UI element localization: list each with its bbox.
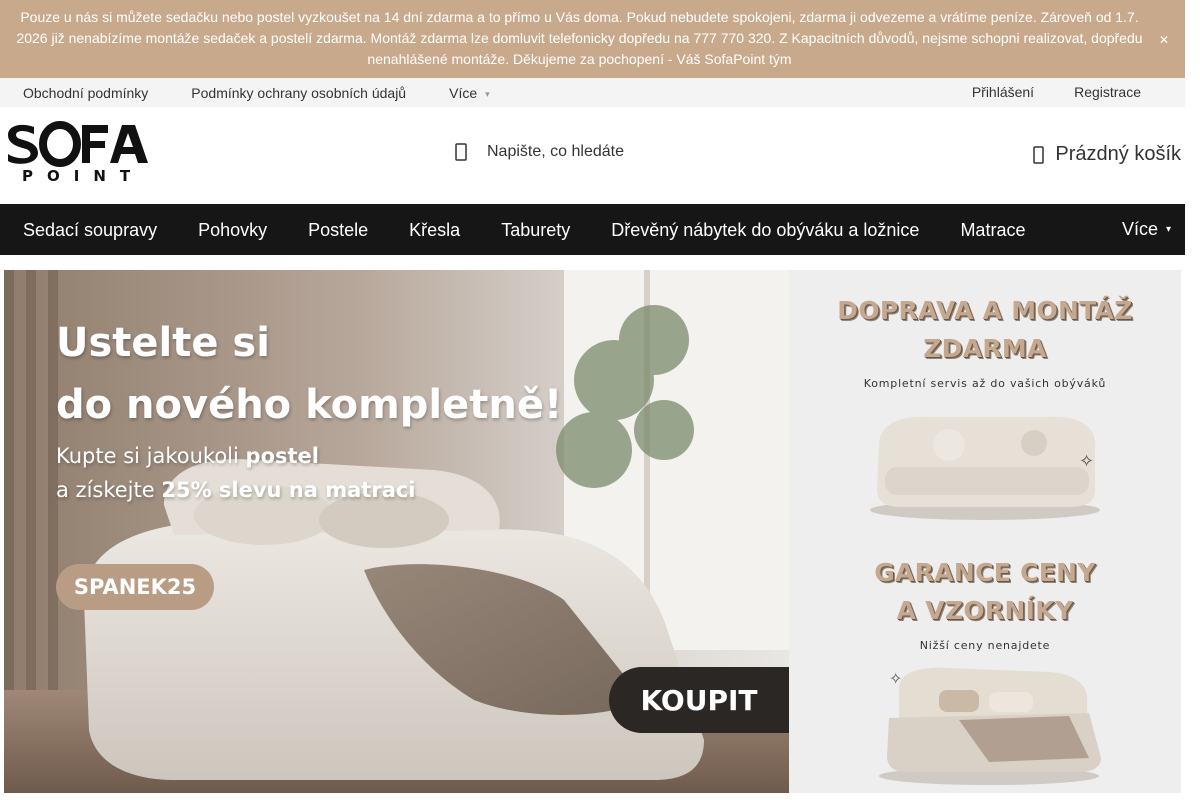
banner-subtext-1-pre: Kupte si jakoukoli xyxy=(56,444,246,468)
site-header: POINT Napište, co hledáte Prázdný košík xyxy=(0,107,1185,204)
cart-label: Prázdný košík xyxy=(1055,143,1181,165)
price-subtitle: Nižší ceny nenajdete xyxy=(919,639,1051,652)
nav-more-label: Více xyxy=(1121,219,1158,239)
hero-banner: Ustelte si do nového kompletně! Kupte si… xyxy=(4,270,1181,793)
promo-code-badge: SPANEK25 xyxy=(56,564,214,610)
main-nav: Sedací soupravy Pohovky Postele Křesla T… xyxy=(0,204,1185,255)
nav-item-taburety[interactable]: Taburety xyxy=(501,220,570,241)
cart-button[interactable]: Prázdný košík xyxy=(1033,143,1181,166)
banner-subtext-2-pre: a získejte xyxy=(56,478,162,502)
price-title-2: A VZORNÍKY xyxy=(896,596,1074,625)
delivery-title-2: ZDARMA xyxy=(923,334,1047,363)
nav-item-sedaci-soupravy[interactable]: Sedací soupravy xyxy=(23,220,157,241)
register-link[interactable]: Registrace xyxy=(1074,84,1141,100)
banner-subtext-1-bold: postel xyxy=(245,444,319,468)
bed-image: ✧ xyxy=(879,667,1101,785)
close-icon[interactable]: ✕ xyxy=(1159,30,1169,51)
nav-item-kresla[interactable]: Křesla xyxy=(409,220,460,241)
link-privacy[interactable]: Podmínky ochrany osobních údajů xyxy=(191,85,406,101)
announcement-text: Pouze u nás si můžete sedačku nebo poste… xyxy=(16,9,1143,67)
banner-headline-1: Ustelte si xyxy=(56,320,270,366)
cart-icon xyxy=(1033,145,1045,164)
search-input[interactable]: Napište, co hledáte xyxy=(487,143,624,161)
promo-banner-services[interactable]: DOPRAVA A MONTÁŽ ZDARMA Kompletní servis… xyxy=(789,270,1181,793)
announcement-bar: Pouze u nás si můžete sedačku nebo poste… xyxy=(0,0,1185,78)
price-title-1: GARANCE CENY xyxy=(874,558,1096,587)
nav-item-matrace[interactable]: Matrace xyxy=(960,220,1025,241)
svg-text:POINT: POINT xyxy=(22,167,144,183)
svg-text:✧: ✧ xyxy=(1079,451,1094,472)
chevron-down-icon: ▾ xyxy=(1165,224,1171,235)
nav-item-postele[interactable]: Postele xyxy=(308,220,368,241)
banner-headline-2: do nového kompletně! xyxy=(56,382,563,428)
link-terms[interactable]: Obchodní podmínky xyxy=(23,85,148,101)
banner-subtext-1: Kupte si jakoukoli postel xyxy=(56,444,319,468)
sofa-image: ✧ xyxy=(870,416,1100,520)
logo[interactable]: POINT xyxy=(4,121,150,185)
delivery-title-1: DOPRAVA A MONTÁŽ xyxy=(837,296,1133,325)
login-link[interactable]: Přihlášení xyxy=(972,84,1034,100)
promo-banner-bed[interactable]: Ustelte si do nového kompletně! Kupte si… xyxy=(4,270,789,793)
nav-item-pohovky[interactable]: Pohovky xyxy=(198,220,267,241)
toplinks-more-label: Více xyxy=(449,85,478,101)
delivery-subtitle: Kompletní servis až do vašich obýváků xyxy=(863,377,1107,390)
buy-button[interactable]: KOUPIT xyxy=(609,667,789,733)
search-icon xyxy=(455,143,467,161)
toplinks-more-button[interactable]: Více ▾ xyxy=(449,85,490,101)
nav-item-dreveny-nabytek[interactable]: Dřevěný nábytek do obýváku a ložnice xyxy=(611,220,919,241)
search-box[interactable]: Napište, co hledáte xyxy=(455,143,624,161)
svg-text:✧: ✧ xyxy=(889,669,902,688)
top-links-bar: Obchodní podmínky Podmínky ochrany osobn… xyxy=(0,78,1185,107)
nav-more-button[interactable]: Více ▾ xyxy=(1122,219,1171,240)
banner-subtext-2: a získejte 25% slevu na matraci xyxy=(56,478,416,502)
banner-subtext-2-bold: 25% slevu na matraci xyxy=(161,478,416,502)
chevron-down-icon: ▾ xyxy=(485,88,490,99)
